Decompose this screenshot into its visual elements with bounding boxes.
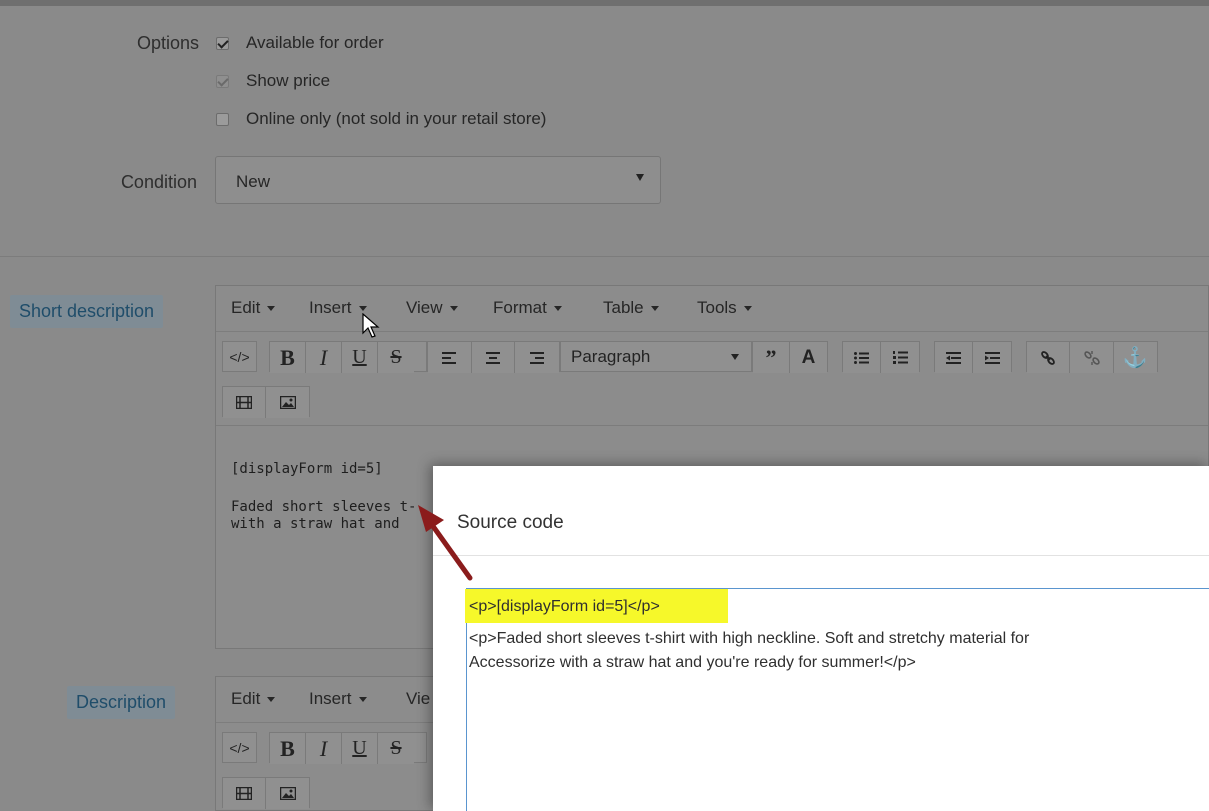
bold-icon[interactable]: B (270, 733, 306, 764)
source-code-line3: Accessorize with a straw hat and you're … (469, 654, 916, 671)
format-select[interactable]: Paragraph (560, 341, 752, 372)
checkbox-online-only[interactable] (216, 112, 229, 126)
condition-value: New (236, 172, 271, 191)
condition-label: Condition (120, 172, 197, 192)
menu-format[interactable]: Format (493, 298, 562, 318)
section-divider (0, 256, 1209, 257)
strikethrough-icon[interactable]: S (378, 733, 414, 764)
editor-content-line3[interactable]: with a straw hat and (231, 516, 400, 533)
menu-edit[interactable]: Edit (231, 298, 276, 318)
option-show-price[interactable]: Show price (216, 71, 330, 91)
media-icon[interactable] (223, 778, 267, 809)
quote-color-group: ” A (752, 341, 828, 373)
align-right-icon[interactable] (515, 342, 559, 373)
option-label: Online only (not sold in your retail sto… (246, 109, 547, 128)
checkbox-available-for-order[interactable] (216, 36, 229, 50)
caret-down-icon (636, 174, 644, 181)
checkbox-show-price[interactable] (216, 74, 229, 88)
option-label: Available for order (246, 33, 384, 52)
link-icon[interactable] (1027, 342, 1071, 373)
text-color-icon[interactable]: A (790, 342, 827, 373)
menu-view[interactable]: Vie (406, 689, 430, 709)
indent-icon[interactable] (973, 342, 1011, 373)
strikethrough-icon[interactable]: S (378, 342, 414, 373)
caret-down-icon (731, 354, 739, 360)
align-left-icon[interactable] (428, 342, 472, 373)
media-group (222, 777, 310, 809)
menu-edit[interactable]: Edit (231, 689, 276, 709)
option-online-only[interactable]: Online only (not sold in your retail sto… (216, 109, 546, 129)
option-label: Show price (246, 71, 331, 90)
code-icon[interactable]: </> (222, 732, 257, 763)
unlink-icon[interactable] (1070, 342, 1114, 373)
short-description-label: Short description (10, 295, 164, 328)
media-group (222, 386, 310, 418)
menu-insert[interactable]: Insert (309, 689, 367, 709)
code-icon[interactable]: </> (222, 341, 257, 372)
link-group: ⚓ (1026, 341, 1158, 373)
source-code-line2: <p>Faded short sleeves t-shirt with high… (469, 630, 1030, 647)
numbered-list-icon[interactable] (881, 342, 919, 373)
blockquote-icon[interactable]: ” (753, 342, 791, 373)
media-icon[interactable] (223, 387, 267, 418)
modal-header-divider (433, 555, 1209, 556)
align-group (427, 341, 560, 373)
bullet-list-icon[interactable] (843, 342, 882, 373)
editor-content-line2[interactable]: Faded short sleeves t- (231, 499, 416, 516)
condition-select[interactable]: New (215, 156, 661, 204)
source-code-line1: <p>[displayForm id=5]</p> (469, 598, 660, 615)
anchor-icon[interactable]: ⚓ (1113, 342, 1158, 373)
italic-icon[interactable]: I (306, 733, 342, 764)
menu-insert[interactable]: Insert (309, 298, 367, 318)
menu-table[interactable]: Table (603, 298, 659, 318)
format-select-value: Paragraph (571, 346, 651, 366)
list-group (842, 341, 920, 373)
modal-title: Source code (457, 512, 564, 533)
indent-group (934, 341, 1012, 373)
mouse-cursor-icon (362, 313, 380, 338)
option-available-for-order[interactable]: Available for order (216, 33, 384, 53)
align-center-icon[interactable] (471, 342, 516, 373)
top-bar (0, 0, 1209, 6)
image-icon[interactable] (266, 387, 309, 418)
description-label: Description (67, 686, 176, 719)
bold-icon[interactable]: B (270, 342, 306, 373)
toolbar-divider (216, 425, 1208, 426)
options-label: Options (136, 33, 199, 53)
italic-icon[interactable]: I (306, 342, 342, 373)
text-style-group: B I U S (269, 732, 427, 764)
menu-tools[interactable]: Tools (697, 298, 752, 318)
text-style-group: B I U S (269, 341, 427, 373)
outdent-icon[interactable] (935, 342, 974, 373)
menu-view[interactable]: View (406, 298, 458, 318)
image-icon[interactable] (266, 778, 309, 809)
editor-content-line1[interactable]: [displayForm id=5] (231, 461, 383, 478)
underline-icon[interactable]: U (342, 733, 378, 764)
underline-icon[interactable]: U (342, 342, 378, 373)
